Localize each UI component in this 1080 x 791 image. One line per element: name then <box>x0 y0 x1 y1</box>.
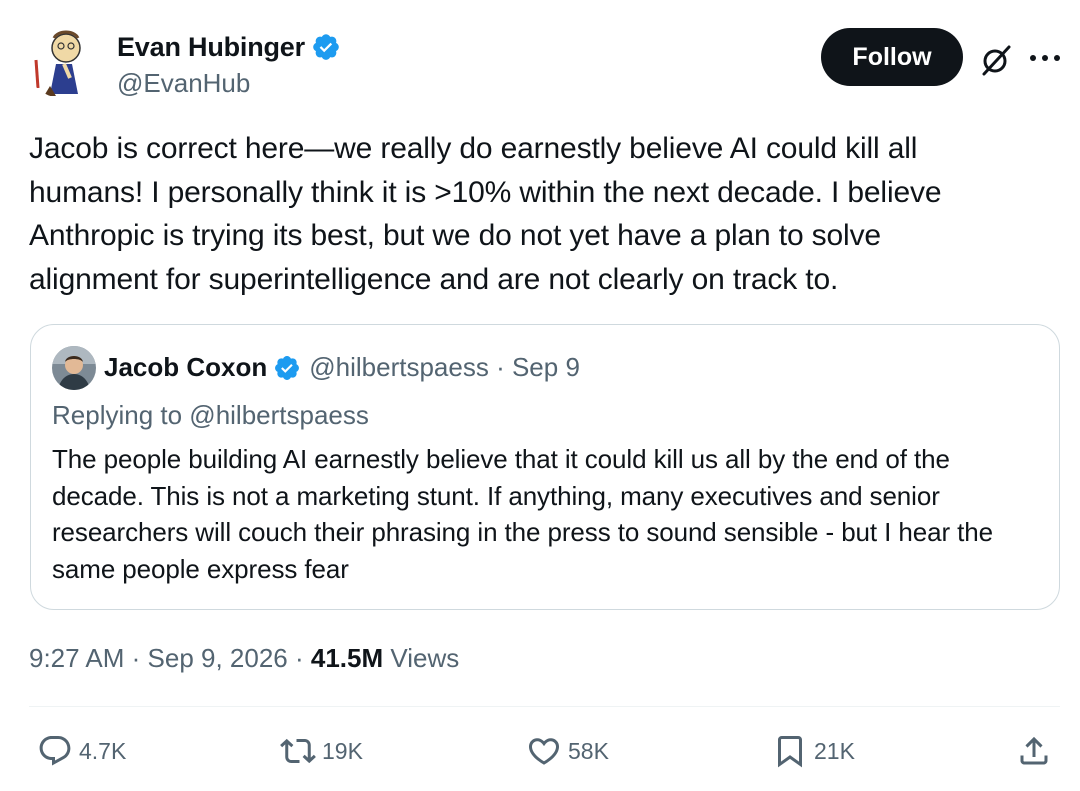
quote-text: The people building AI earnestly believe… <box>52 444 994 584</box>
quoted-tweet-card[interactable]: Jacob Coxon @hilbertspaess · Sep 9 Reply… <box>30 324 1060 610</box>
tweet-timestamp: 9:27 AM · Sep 9, 2026 · 41.5M Views <box>29 643 460 673</box>
bookmark-count: 21K <box>814 737 855 764</box>
repost-icon <box>280 738 316 764</box>
author-name[interactable]: Evan Hubinger <box>117 32 305 63</box>
author-block: Evan Hubinger @EvanHub <box>117 30 341 99</box>
author-handle[interactable]: @EvanHub <box>117 68 341 99</box>
share-button[interactable] <box>1016 733 1052 769</box>
like-button[interactable]: 58K <box>526 733 609 769</box>
verified-badge-icon <box>275 355 300 380</box>
follow-button[interactable]: Follow <box>821 28 963 86</box>
separator-dot: · <box>488 352 512 382</box>
quote-date[interactable]: Sep 9 <box>512 352 580 383</box>
views-label: Views <box>390 643 460 673</box>
quote-header: Jacob Coxon @hilbertspaess · Sep 9 <box>104 352 580 383</box>
verified-badge-icon <box>313 34 339 60</box>
quote-author-avatar[interactable] <box>52 346 96 390</box>
author-avatar[interactable] <box>26 26 98 98</box>
repost-count: 19K <box>322 737 363 764</box>
tweet-date[interactable]: Sep 9, 2026 <box>148 643 288 673</box>
tweet-time[interactable]: 9:27 AM <box>29 643 124 673</box>
bookmark-button[interactable]: 21K <box>772 733 855 769</box>
like-icon <box>528 738 560 765</box>
tweet-text: Jacob is correct here—we really do earne… <box>29 132 942 296</box>
like-count: 58K <box>568 737 609 764</box>
quote-author-handle[interactable]: @hilbertspaess <box>309 352 489 383</box>
share-icon <box>1020 736 1048 765</box>
reply-count: 4.7K <box>79 737 127 764</box>
reply-button[interactable]: 4.7K <box>37 733 126 769</box>
repost-button[interactable]: 19K <box>280 733 363 769</box>
more-icon[interactable] <box>1028 48 1062 68</box>
grok-icon[interactable] <box>978 42 1014 78</box>
bookmark-icon <box>778 736 802 768</box>
quote-replying-to: Replying to @hilbertspaess <box>52 400 369 430</box>
reply-icon <box>39 736 71 766</box>
tweet: Evan Hubinger @EvanHub Follow Jacob is c… <box>0 0 1080 791</box>
quote-author-name[interactable]: Jacob Coxon <box>104 352 267 383</box>
divider <box>29 706 1060 707</box>
views-count: 41.5M <box>310 643 384 673</box>
